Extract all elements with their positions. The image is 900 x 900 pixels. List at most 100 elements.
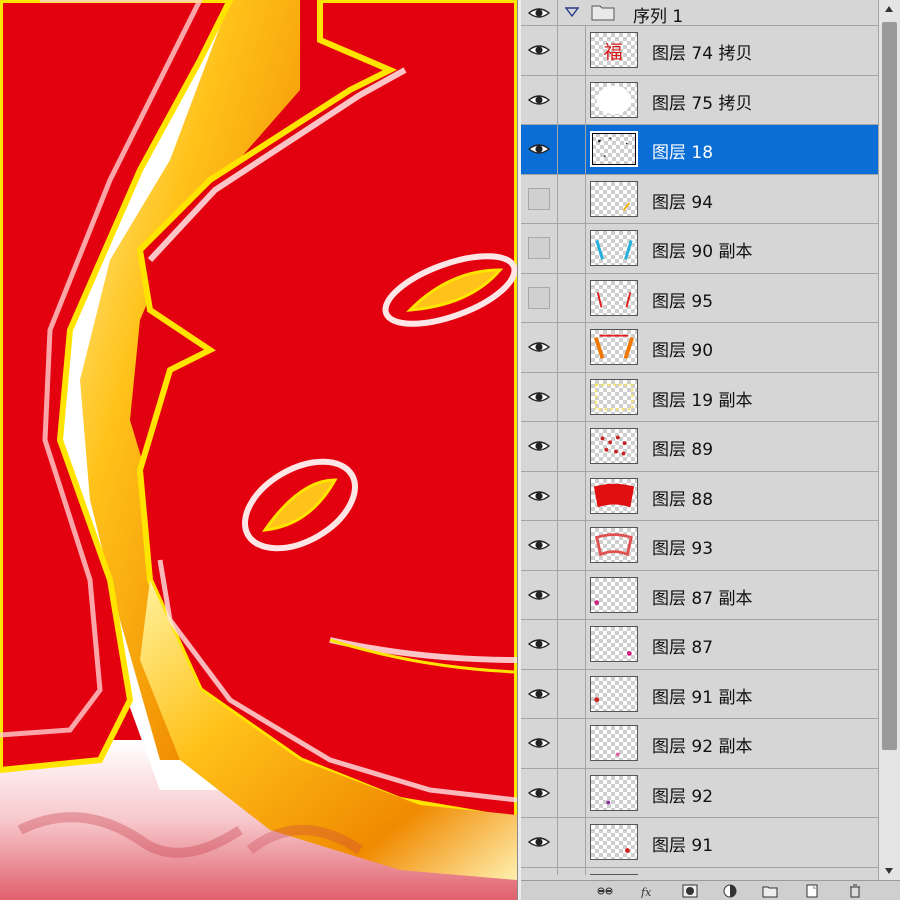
document-canvas[interactable] [0, 0, 517, 900]
visibility-toggle[interactable] [521, 125, 558, 174]
layer-name[interactable]: 图层 19 副本 [652, 386, 752, 411]
visibility-toggle[interactable] [521, 372, 558, 421]
layer-thumbnail[interactable] [590, 675, 638, 712]
layer-thumbnail[interactable] [590, 329, 638, 365]
layer-thumbnail[interactable] [590, 81, 638, 118]
scrollbar-thumb[interactable] [882, 22, 897, 750]
visibility-toggle[interactable] [521, 818, 558, 867]
visibility-toggle[interactable] [521, 26, 558, 75]
visibility-toggle[interactable] [521, 0, 558, 25]
eye-icon [528, 788, 550, 798]
layer-list: 福 图层 74 拷贝 图层 75 拷贝 图层 18 图层 94 图层 90 副本 图层 95… [521, 26, 878, 875]
layer-thumbnail[interactable] [590, 527, 638, 563]
canvas-artwork [0, 0, 517, 900]
layer-row[interactable]: 图层 95 [521, 273, 878, 323]
layer-row[interactable]: 图层 87 副本 [521, 570, 878, 620]
layer-name[interactable]: 图层 75 拷贝 [652, 89, 752, 114]
layer-style-button[interactable]: fx [639, 883, 657, 899]
visibility-toggle[interactable] [521, 521, 558, 570]
layer-row[interactable] [521, 867, 878, 875]
visibility-toggle[interactable] [521, 75, 558, 124]
visibility-toggle[interactable] [521, 867, 558, 875]
visibility-toggle[interactable] [521, 719, 558, 768]
layer-row[interactable]: 图层 87 [521, 620, 878, 670]
visibility-toggle[interactable] [521, 422, 558, 471]
fx-icon: fx [640, 886, 652, 898]
layer-row[interactable]: 图层 94 [521, 174, 878, 224]
layer-row[interactable]: 图层 92 副本 [521, 719, 878, 769]
chevron-down-icon[interactable] [565, 5, 579, 19]
link-cell [558, 521, 586, 570]
eye-icon [528, 837, 550, 847]
link-cell [558, 125, 586, 174]
eye-icon [528, 689, 550, 699]
layer-row[interactable]: 图层 18 [521, 125, 878, 175]
layer-thumbnail[interactable] [590, 873, 638, 875]
layer-name[interactable]: 图层 74 拷贝 [652, 39, 752, 64]
layer-thumbnail[interactable] [590, 180, 638, 217]
visibility-toggle[interactable] [521, 273, 558, 322]
visibility-toggle[interactable] [521, 174, 558, 223]
layer-row[interactable]: 图层 75 拷贝 [521, 75, 878, 125]
layer-thumbnail[interactable] [590, 477, 638, 514]
scrollbar[interactable] [878, 0, 900, 880]
layer-name[interactable]: 图层 89 [652, 435, 713, 460]
layer-thumbnail[interactable] [590, 576, 638, 613]
visibility-toggle[interactable] [521, 768, 558, 817]
layer-thumbnail[interactable] [590, 626, 638, 662]
layer-name[interactable]: 图层 90 [652, 336, 713, 361]
layer-group-row[interactable]: 序列 1 [521, 0, 878, 27]
layer-row[interactable]: 图层 88 [521, 471, 878, 521]
layer-name[interactable]: 图层 95 [652, 287, 713, 312]
layer-row[interactable]: 图层 19 副本 [521, 372, 878, 422]
layer-row[interactable]: 福 图层 74 拷贝 [521, 26, 878, 76]
layer-row[interactable]: 图层 90 [521, 323, 878, 373]
layer-thumbnail[interactable] [590, 774, 638, 811]
link-cell [558, 669, 586, 718]
visibility-toggle[interactable] [521, 323, 558, 372]
layer-thumbnail[interactable] [590, 279, 638, 316]
layer-name[interactable]: 图层 94 [652, 188, 713, 213]
visibility-toggle[interactable] [521, 669, 558, 718]
layer-thumbnail[interactable] [590, 378, 638, 415]
layer-name[interactable]: 图层 93 [652, 534, 713, 559]
layer-name[interactable]: 图层 91 [652, 831, 713, 856]
adjustment-layer-icon [723, 884, 737, 898]
visibility-toggle[interactable] [521, 620, 558, 669]
layer-row[interactable]: 图层 89 [521, 422, 878, 472]
new-layer-button[interactable] [803, 883, 821, 899]
layer-thumbnail[interactable] [590, 131, 638, 167]
layers-panel: 序列 1 福 图层 74 拷贝 图层 75 拷贝 图层 18 图层 94 图层 90 副本… [521, 0, 900, 900]
layer-thumbnail[interactable] [590, 824, 638, 860]
layer-thumbnail[interactable] [590, 428, 638, 464]
layer-row[interactable]: 图层 92 [521, 768, 878, 818]
layer-name[interactable]: 图层 88 [652, 485, 713, 510]
delete-layer-button[interactable] [846, 883, 864, 899]
layer-thumbnail[interactable] [590, 230, 638, 266]
adjustment-layer-button[interactable] [721, 883, 739, 899]
layer-row[interactable]: 图层 90 副本 [521, 224, 878, 274]
layer-name[interactable]: 图层 18 [652, 138, 713, 163]
link-layers-icon [597, 887, 613, 895]
layer-name[interactable]: 图层 91 副本 [652, 683, 752, 708]
visibility-toggle[interactable] [521, 224, 558, 273]
layer-name[interactable]: 图层 87 [652, 633, 713, 658]
layer-name[interactable]: 图层 90 副本 [652, 237, 752, 262]
layer-name[interactable]: 图层 87 副本 [652, 584, 752, 609]
visibility-toggle[interactable] [521, 471, 558, 520]
layer-name[interactable]: 图层 92 副本 [652, 732, 752, 757]
eye-icon [528, 738, 550, 748]
layer-name[interactable]: 图层 92 [652, 782, 713, 807]
add-mask-button[interactable] [681, 883, 699, 899]
layer-thumbnail[interactable] [590, 725, 638, 761]
new-group-button[interactable] [761, 883, 779, 899]
layer-thumbnail[interactable]: 福 [590, 32, 638, 68]
layer-row[interactable]: 图层 91 [521, 818, 878, 868]
eye-icon [528, 95, 550, 105]
visibility-toggle[interactable] [521, 570, 558, 619]
layer-row[interactable]: 图层 93 [521, 521, 878, 571]
link-layers-button[interactable] [596, 883, 614, 899]
scroll-up-arrow-icon[interactable] [882, 2, 896, 16]
scroll-down-arrow-icon[interactable] [882, 864, 896, 878]
layer-row[interactable]: 图层 91 副本 [521, 669, 878, 719]
